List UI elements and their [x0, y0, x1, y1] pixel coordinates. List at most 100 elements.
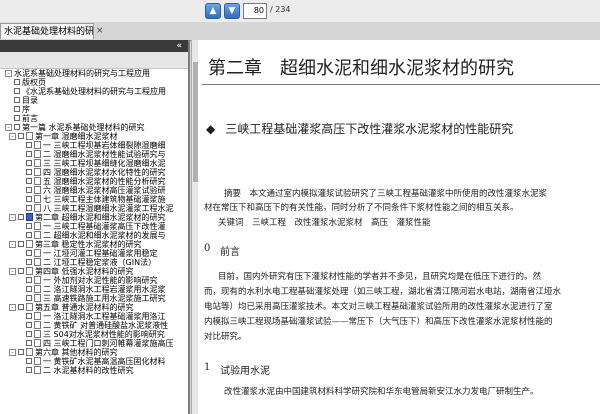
bookmark-item[interactable]: 二 水泥基材料的改性研究: [0, 366, 188, 375]
bookmark-item[interactable]: 五 湿磨细水泥浆材的性能分析研究: [0, 177, 188, 186]
expand-collapse-icon[interactable]: -: [9, 349, 16, 356]
heading-title: 前言: [220, 247, 240, 258]
bookmark-checkbox-icon[interactable]: [18, 268, 24, 274]
bookmark-item[interactable]: 二 超细水泥和细水泥浆材的发展与: [0, 231, 188, 240]
bookmark-page-icon: [34, 366, 41, 374]
bookmark-item[interactable]: 六 湿磨细水泥浆材高压灌浆试验研: [0, 186, 188, 195]
bookmark-checkbox-icon[interactable]: [26, 187, 32, 193]
bookmark-page-icon: [34, 150, 41, 158]
bookmark-checkbox-icon[interactable]: [26, 223, 32, 229]
bookmark-checkbox-icon[interactable]: [26, 277, 32, 283]
bookmark-label: 二 江垭工程稳定浆液（GIN法）: [43, 258, 157, 267]
bookmark-item[interactable]: - 第六章 其他材料的研究: [0, 348, 188, 357]
bookmark-checkbox-icon[interactable]: [18, 349, 24, 355]
bookmark-item[interactable]: 二 江垭工程稳定浆液（GIN法）: [0, 258, 188, 267]
bookmark-checkbox-icon[interactable]: [26, 142, 32, 148]
bookmark-item[interactable]: - 第五章 普通水泥材料的研究: [0, 303, 188, 312]
bookmark-checkbox-icon[interactable]: [26, 358, 32, 364]
bookmark-item[interactable]: 四 湿磨细水泥浆材水化特性的研究: [0, 168, 188, 177]
bookmark-item[interactable]: - 水泥系基础处理材料的研究与工程应用: [0, 69, 188, 78]
bookmark-item[interactable]: 二 洛江隧洞水工程岩灌浆用水泥浆: [0, 285, 188, 294]
bookmark-item[interactable]: 一 三峡工程坝基岩体细裂隙湿磨细: [0, 141, 188, 150]
bookmark-checkbox-icon[interactable]: [14, 97, 20, 103]
section-title: 三峡工程基础灌浆高压下改性灌浆水泥浆材的性能研究: [225, 122, 514, 136]
bookmark-item[interactable]: 版权页: [0, 78, 188, 87]
bookmark-item[interactable]: 一 外加剂对水泥性能的影响研究: [0, 276, 188, 285]
expand-collapse-icon[interactable]: -: [9, 304, 16, 311]
bookmark-item[interactable]: 序: [0, 105, 188, 114]
bookmark-label: 四 湿磨细水泥浆材水化特性的研究: [43, 168, 166, 177]
bookmark-item[interactable]: 三 S04对水泥浆材性能的影响研究: [0, 330, 188, 339]
bookmark-item[interactable]: 三 三峡工程坝基细缝化湿磨细水泥: [0, 159, 188, 168]
bookmark-item[interactable]: 《水泥系基础处理材料的研究与工程应用: [0, 87, 188, 96]
bookmark-checkbox-icon[interactable]: [26, 259, 32, 265]
bookmark-checkbox-icon[interactable]: [14, 79, 20, 85]
bookmark-checkbox-icon[interactable]: [26, 169, 32, 175]
expand-collapse-icon[interactable]: -: [9, 214, 16, 221]
body-line: 对比研究。: [204, 332, 247, 342]
bookmark-item[interactable]: 三 高速铁路施工用水泥浆施工研究: [0, 294, 188, 303]
bookmark-label: 第二章 超细水泥和细水泥浆材的研究: [35, 213, 166, 222]
bookmark-checkbox-icon[interactable]: [26, 151, 32, 157]
bookmark-checkbox-icon[interactable]: [14, 124, 20, 130]
bookmark-checkbox-icon[interactable]: [14, 88, 20, 94]
bookmark-item[interactable]: 二 黄铁矿 对普通硅酸盐水泥浆液性: [0, 321, 188, 330]
page-number-input[interactable]: 80: [243, 3, 267, 19]
expand-collapse-icon[interactable]: -: [5, 70, 12, 77]
expand-collapse-icon[interactable]: -: [5, 124, 12, 131]
bookmark-checkbox-icon[interactable]: [26, 322, 32, 328]
bookmark-item[interactable]: 八 三峡工程湿磨细水泥灌浆工程水泥: [0, 204, 188, 213]
bookmark-checkbox-icon[interactable]: [18, 214, 24, 220]
expand-collapse-icon[interactable]: -: [9, 241, 16, 248]
bookmark-item[interactable]: 一 江垭河灌工程基础灌浆用稳定: [0, 249, 188, 258]
bookmark-checkbox-icon[interactable]: [26, 250, 32, 256]
bookmark-page-icon: [26, 240, 33, 248]
document-tab[interactable]: 水泥基础处理材料的研...: [0, 23, 94, 39]
bookmark-item[interactable]: 目录: [0, 96, 188, 105]
expand-collapse-icon[interactable]: -: [9, 268, 16, 275]
bookmark-item[interactable]: 一 三峡工程基础灌浆高压下改性灌: [0, 222, 188, 231]
bookmark-item[interactable]: - 第一篇 水泥系基础处理材料的研究: [0, 123, 188, 132]
bookmark-item[interactable]: 前言: [0, 114, 188, 123]
bookmark-item[interactable]: - 第一章 湿磨细水泥浆材: [0, 132, 188, 141]
close-icon[interactable]: ×: [96, 26, 104, 36]
bookmark-checkbox-icon[interactable]: [26, 286, 32, 292]
bookmark-checkbox-icon[interactable]: [14, 106, 20, 112]
bookmark-label: 水泥系基础处理材料的研究与工程应用: [14, 69, 150, 78]
bookmark-checkbox-icon[interactable]: [26, 196, 32, 202]
bookmark-checkbox-icon[interactable]: [26, 160, 32, 166]
bookmark-label: 第一章 湿磨细水泥浆材: [35, 132, 118, 141]
bookmark-item[interactable]: - 第四章 低强水泥材料的研究: [0, 267, 188, 276]
bookmark-checkbox-icon[interactable]: [14, 115, 20, 121]
bookmark-item[interactable]: 四 三峡工程门口刺河帷幕灌浆施高压: [0, 339, 188, 348]
bookmark-item[interactable]: - 第三章 稳定性水泥浆材的研究: [0, 240, 188, 249]
abstract-line: 材在常压下和高压下的有关性能，同时分析了不同条件下浆材性能之间的相互关系。: [204, 203, 519, 213]
page-down-icon[interactable]: ▼: [224, 3, 240, 19]
bookmark-checkbox-icon[interactable]: [18, 133, 24, 139]
collapse-sidebar-icon[interactable]: «: [176, 41, 182, 51]
bookmark-page-icon: [34, 177, 41, 185]
page-up-icon[interactable]: ▲: [205, 3, 221, 19]
bookmark-checkbox-icon[interactable]: [18, 304, 24, 310]
body-line: 内模拟三峡工程现场基础灌浆试验——常压下（大气压下）和高压下改性灌浆水泥浆材性能…: [204, 317, 553, 327]
expand-collapse-icon[interactable]: -: [9, 133, 16, 140]
bookmark-item[interactable]: 一 洛江隧洞水工程基础灌浆用洛江: [0, 312, 188, 321]
section-heading: ◆ 三峡工程基础灌浆高压下改性灌浆水泥浆材的性能研究: [206, 120, 513, 137]
bookmark-label: 二 湿磨细水泥浆材性能试验研究与: [43, 150, 166, 159]
bookmark-checkbox-icon[interactable]: [18, 241, 24, 247]
sidebar-toolbar: [0, 52, 188, 69]
heading-number: 0: [204, 243, 211, 254]
bookmark-checkbox-icon[interactable]: [26, 232, 32, 238]
sidebar-header: «: [0, 40, 188, 52]
bookmark-checkbox-icon[interactable]: [26, 367, 32, 373]
bookmark-checkbox-icon[interactable]: [26, 313, 32, 319]
bookmark-item[interactable]: 一 黄铁矿水泥基高温高压固化材料: [0, 357, 188, 366]
bookmark-checkbox-icon[interactable]: [26, 340, 32, 346]
bookmark-item[interactable]: - 第二章 超细水泥和细水泥浆材的研究: [0, 213, 188, 222]
bookmark-checkbox-icon[interactable]: [26, 178, 32, 184]
bookmark-item[interactable]: 七 三峡工程主体建筑物基础灌浆施: [0, 195, 188, 204]
bookmark-checkbox-icon[interactable]: [26, 295, 32, 301]
bookmark-checkbox-icon[interactable]: [26, 331, 32, 337]
bookmark-item[interactable]: 二 湿磨细水泥浆材性能试验研究与: [0, 150, 188, 159]
bookmark-checkbox-icon[interactable]: [26, 205, 32, 211]
